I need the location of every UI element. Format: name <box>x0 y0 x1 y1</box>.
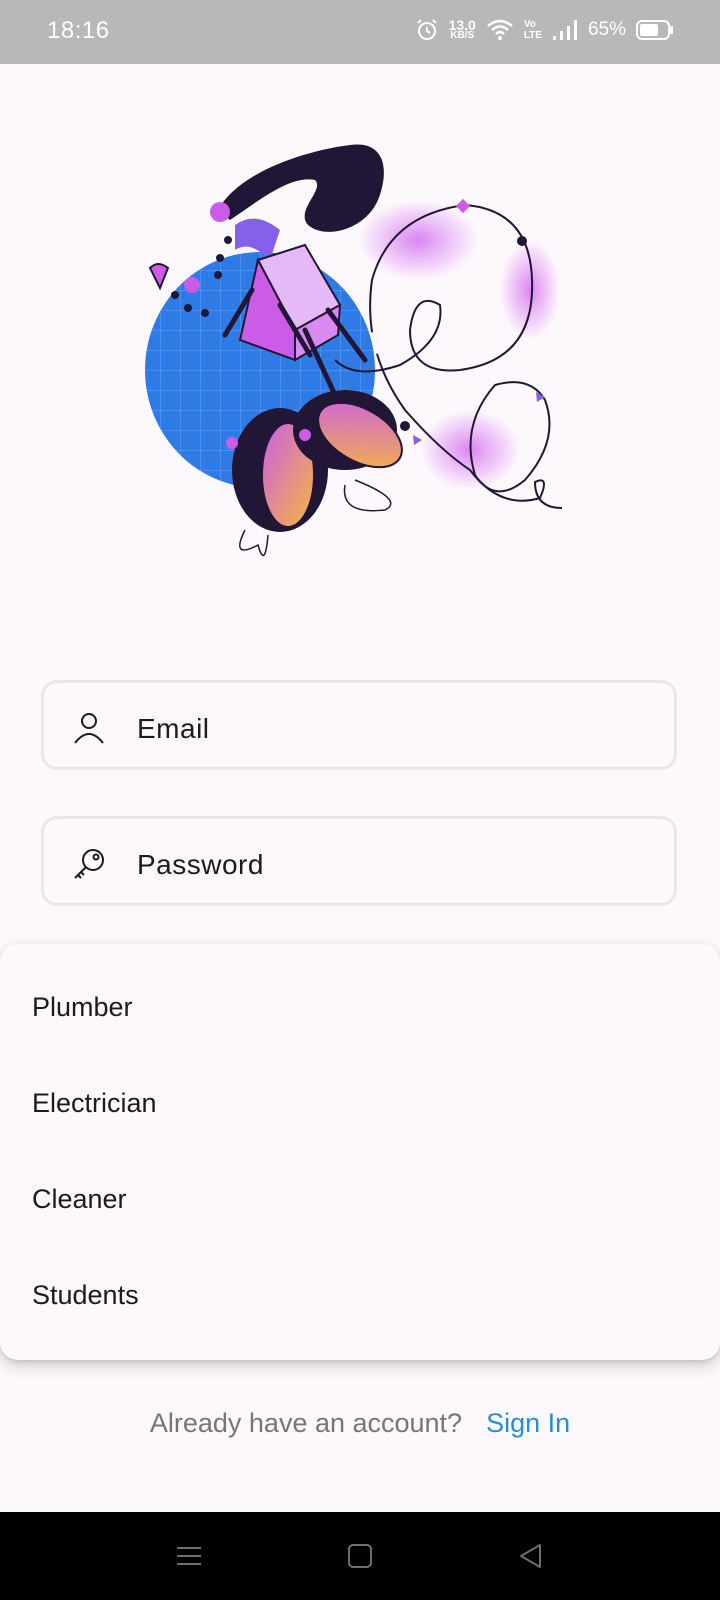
alarm-icon <box>415 18 439 42</box>
menu-item-electrician[interactable]: Electrician <box>0 1056 720 1152</box>
menu-item-label: Cleaner <box>32 1184 127 1214</box>
status-time: 18:16 <box>47 17 110 44</box>
key-icon <box>72 847 106 881</box>
email-label: Email <box>137 713 210 744</box>
status-bar: 18:16 13.0 KB/S Vo LTE 65% <box>0 0 720 64</box>
battery-percent: 65% <box>587 19 626 40</box>
password-label: Password <box>137 849 264 880</box>
signin-row: Already have an account? Sign In <box>0 1408 720 1439</box>
home-icon[interactable] <box>344 1540 376 1572</box>
net-speed: 13.0 KB/S <box>449 18 476 41</box>
menu-item-label: Students <box>32 1280 139 1310</box>
sign-in-link[interactable]: Sign In <box>486 1408 570 1439</box>
menu-icon[interactable] <box>173 1540 205 1572</box>
menu-item-students[interactable]: Students <box>0 1248 720 1344</box>
back-icon[interactable] <box>515 1540 547 1572</box>
battery-icon <box>636 19 674 41</box>
menu-item-plumber[interactable]: Plumber <box>0 960 720 1056</box>
person-icon <box>72 711 106 745</box>
email-field[interactable]: Email <box>41 680 677 770</box>
wifi-icon <box>486 19 514 41</box>
signal-icon <box>552 19 578 41</box>
menu-item-cleaner[interactable]: Cleaner <box>0 1152 720 1248</box>
hero-illustration <box>140 130 580 560</box>
volte-top: Vo <box>523 19 536 30</box>
signin-question: Already have an account? <box>149 1408 463 1438</box>
profession-dropdown-menu: Plumber Electrician Cleaner Students <box>0 944 720 1360</box>
menu-item-label: Electrician <box>32 1088 157 1118</box>
system-nav-bar <box>0 1512 720 1600</box>
volte-icon: Vo LTE <box>524 19 542 41</box>
menu-item-label: Plumber <box>32 992 133 1022</box>
status-icons: 13.0 KB/S Vo LTE 65% <box>415 18 674 42</box>
volte-bottom: LTE <box>523 30 542 41</box>
password-field[interactable]: Password <box>41 816 677 906</box>
net-speed-unit: KB/S <box>450 30 475 41</box>
